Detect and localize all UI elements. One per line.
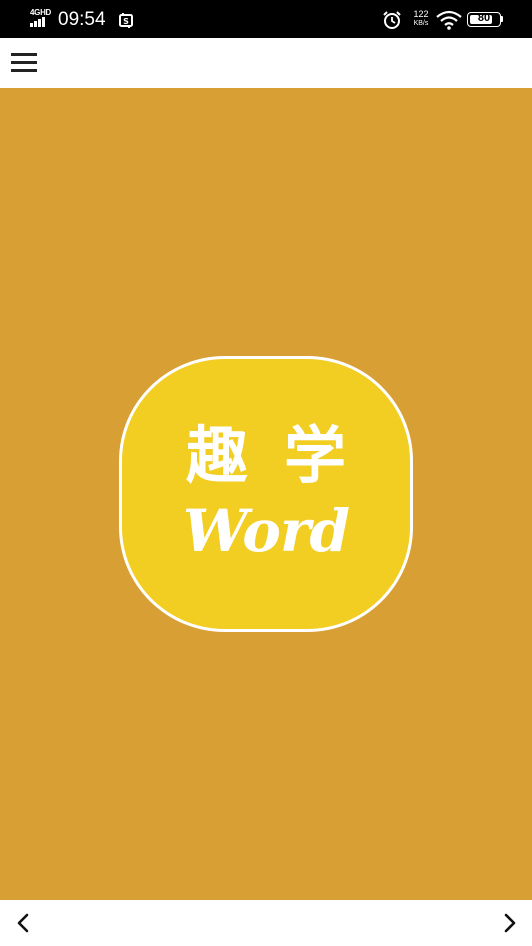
chevron-left-icon[interactable] bbox=[11, 910, 37, 936]
hamburger-menu-icon[interactable] bbox=[6, 46, 40, 80]
battery-icon: 80 bbox=[467, 12, 501, 27]
alarm-icon bbox=[383, 11, 401, 29]
svg-text:S: S bbox=[123, 17, 129, 26]
splash-screen: 趣学 Word bbox=[0, 88, 532, 900]
app-logo: 趣学 Word bbox=[119, 356, 413, 632]
signal-icon bbox=[30, 17, 48, 27]
logo-title: 趣学 bbox=[185, 419, 382, 492]
network-speed: 122 KB/s bbox=[409, 10, 433, 28]
screenshot-notification-icon: S bbox=[119, 13, 133, 28]
battery-terminal bbox=[501, 16, 503, 22]
bottom-navigation-bar bbox=[0, 900, 532, 946]
network-type-label: 4GHD bbox=[30, 8, 52, 17]
chevron-right-icon[interactable] bbox=[496, 910, 522, 936]
clock-time: 09:54 bbox=[58, 9, 106, 30]
wifi-icon bbox=[436, 10, 462, 30]
status-bar: 4GHD 09:54 S 122 KB/s 80 bbox=[0, 0, 532, 38]
logo-subtitle: Word bbox=[182, 497, 350, 565]
app-bar bbox=[0, 38, 532, 88]
network-speed-value: 122 bbox=[413, 9, 429, 19]
battery-level-label: 80 bbox=[477, 12, 491, 24]
network-speed-unit: KB/s bbox=[413, 20, 429, 27]
